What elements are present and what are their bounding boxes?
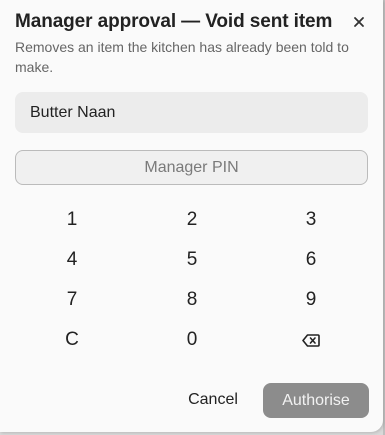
keypad-backspace-button[interactable] [271, 323, 351, 357]
item-value: Butter Naan [30, 103, 116, 121]
pin-placeholder: Manager PIN [144, 158, 239, 176]
keypad-key-1[interactable]: 1 [32, 203, 112, 237]
keypad-key-9[interactable]: 9 [271, 283, 351, 317]
keypad-key-2[interactable]: 2 [152, 203, 232, 237]
keypad-key-6[interactable]: 6 [271, 243, 351, 277]
keypad-key-4[interactable]: 4 [32, 243, 112, 277]
backspace-icon [302, 333, 320, 347]
close-button[interactable] [347, 10, 371, 34]
manager-approval-dialog: Manager approval — Void sent item Remove… [0, 0, 383, 432]
manager-pin-input[interactable]: Manager PIN [15, 150, 368, 185]
keypad-key-7[interactable]: 7 [32, 283, 112, 317]
keypad-key-0[interactable]: 0 [152, 323, 232, 357]
authorise-button[interactable]: Authorise [263, 383, 369, 418]
item-field: Butter Naan [15, 92, 368, 133]
dialog-title: Manager approval — Void sent item [15, 11, 333, 32]
keypad-key-3[interactable]: 3 [271, 203, 351, 237]
close-icon [354, 17, 364, 27]
cancel-button[interactable]: Cancel [182, 383, 244, 417]
keypad-key-8[interactable]: 8 [152, 283, 232, 317]
dialog-subtitle: Removes an item the kitchen has already … [15, 39, 349, 75]
keypad-key-5[interactable]: 5 [152, 243, 232, 277]
keypad-key-clear[interactable]: C [32, 323, 112, 357]
